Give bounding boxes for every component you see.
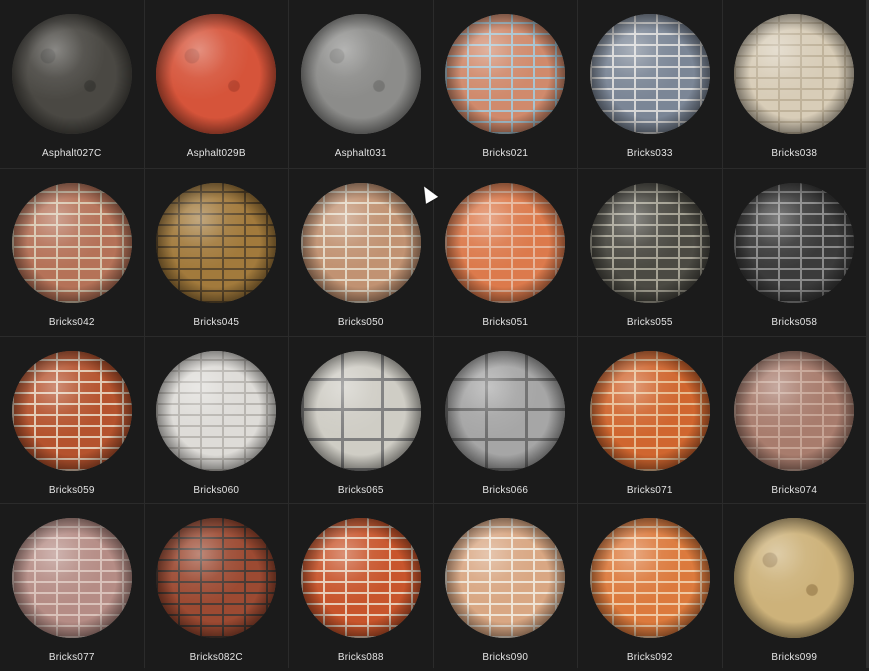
material-preview-sphere [11, 183, 132, 303]
material-tile[interactable]: Bricks090 [433, 504, 577, 671]
material-name: Bricks033 [626, 148, 673, 159]
material-tile[interactable]: Bricks050 [289, 169, 433, 336]
material-preview-sphere [445, 183, 566, 303]
material-name: Bricks065 [337, 485, 384, 496]
material-name: Bricks051 [482, 317, 529, 328]
material-name: Bricks099 [771, 652, 818, 663]
material-tile[interactable]: Bricks071 [578, 337, 722, 503]
material-name: Bricks066 [482, 485, 529, 496]
material-name: Bricks082C [189, 652, 243, 663]
material-name: Asphalt027C [42, 148, 102, 159]
material-preview-sphere [300, 351, 421, 471]
material-preview-sphere [589, 14, 710, 134]
material-name: Bricks059 [48, 485, 95, 496]
material-preview-sphere [445, 518, 566, 638]
material-tile[interactable]: Asphalt027C [0, 0, 144, 168]
material-tile[interactable]: Bricks045 [144, 169, 288, 336]
material-name: Asphalt031 [334, 148, 387, 159]
material-preview-sphere [156, 183, 277, 303]
material-preview-sphere [156, 518, 277, 638]
material-tile[interactable]: Bricks038 [722, 0, 866, 168]
material-tile[interactable]: Bricks074 [722, 337, 866, 503]
materials-grid: Asphalt027C Asphalt029B Asphalt031 Bricks02… [0, 0, 866, 671]
material-preview-sphere [589, 351, 710, 471]
material-name: Bricks058 [771, 317, 818, 328]
material-preview-sphere [11, 351, 132, 471]
material-preview-sphere [734, 183, 855, 303]
material-preview-sphere [589, 183, 710, 303]
material-tile[interactable]: Bricks051 [433, 169, 577, 336]
material-name: Bricks050 [337, 317, 384, 328]
material-preview-sphere [445, 14, 566, 134]
material-preview-sphere [300, 518, 421, 638]
material-preview-sphere [11, 14, 132, 134]
material-tile[interactable]: Bricks033 [578, 0, 722, 168]
material-tile[interactable]: Bricks059 [0, 337, 144, 503]
material-name: Bricks090 [482, 652, 529, 663]
material-preview-sphere [734, 518, 855, 638]
material-tile[interactable]: Bricks060 [144, 337, 288, 503]
material-tile[interactable]: Bricks021 [433, 0, 577, 168]
material-name: Bricks071 [626, 485, 673, 496]
material-preview-sphere [156, 14, 277, 134]
material-tile[interactable]: Bricks042 [0, 169, 144, 336]
material-preview-sphere [445, 351, 566, 471]
material-tile[interactable]: Bricks058 [722, 169, 866, 336]
material-tile[interactable]: Bricks088 [289, 504, 433, 671]
material-preview-sphere [300, 14, 421, 134]
material-name: Bricks055 [626, 317, 673, 328]
material-tile[interactable]: Asphalt029B [144, 0, 288, 168]
material-preview-sphere [156, 351, 277, 471]
material-name: Bricks045 [193, 317, 240, 328]
material-preview-sphere [734, 14, 855, 134]
material-tile[interactable]: Bricks099 [722, 504, 866, 671]
material-name: Bricks088 [337, 652, 384, 663]
material-preview-sphere [734, 351, 855, 471]
material-name: Bricks038 [771, 148, 818, 159]
material-preview-sphere [300, 183, 421, 303]
material-tile[interactable]: Bricks065 [289, 337, 433, 503]
material-tile[interactable]: Bricks055 [578, 169, 722, 336]
material-name: Bricks021 [482, 148, 529, 159]
material-tile[interactable]: Bricks077 [0, 504, 144, 671]
material-name: Bricks077 [48, 652, 95, 663]
material-name: Bricks042 [48, 317, 95, 328]
material-preview-sphere [11, 518, 132, 638]
material-tile[interactable]: Bricks066 [433, 337, 577, 503]
material-tile[interactable]: Bricks092 [578, 504, 722, 671]
material-preview-sphere [589, 518, 710, 638]
material-name: Bricks060 [193, 485, 240, 496]
material-name: Bricks092 [626, 652, 673, 663]
material-name: Asphalt029B [186, 148, 246, 159]
material-name: Bricks074 [771, 485, 818, 496]
material-tile[interactable]: Bricks082C [144, 504, 288, 671]
material-tile[interactable]: Asphalt031 [289, 0, 433, 168]
